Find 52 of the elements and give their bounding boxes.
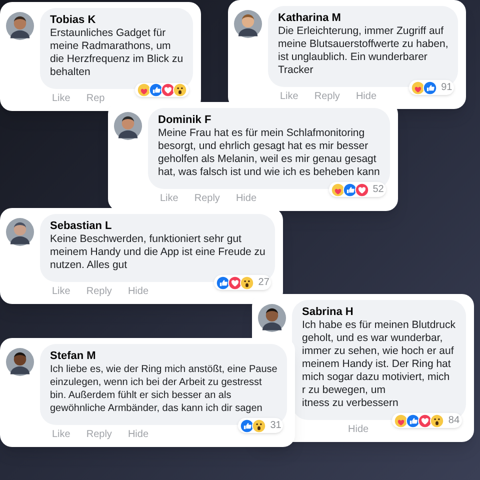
reaction-count[interactable]: 31 (270, 418, 282, 433)
reaction-summary[interactable]: 27 (214, 275, 272, 290)
comment-action-link[interactable]: Like (280, 91, 298, 103)
comment-text: Meine Frau hat es für mein Schlafmonitoring besorgt, und ehrlich gesagt hat es mir besser geholfen als Melanin, weil es mir genau gesagt hat, was falsch ist und wie ich es beheben kann (158, 127, 380, 179)
author-name[interactable]: Stefan M (50, 350, 96, 363)
author-name[interactable]: Dominik F (158, 114, 212, 127)
like-reaction-icon (423, 80, 438, 94)
comment-action-link[interactable]: Reply (314, 91, 340, 103)
author-name[interactable]: Katharina M (278, 12, 341, 25)
reaction-count[interactable]: 27 (258, 275, 270, 290)
surprised-reaction-icon (240, 276, 254, 290)
comment-action-link[interactable]: Reply (194, 193, 220, 205)
surprised-reaction-icon (173, 83, 188, 97)
comment-action-link[interactable]: Hide (356, 91, 377, 103)
comment-action-link[interactable]: Like (52, 286, 70, 298)
avatar (6, 218, 34, 246)
comment-action-link[interactable]: Hide (236, 193, 257, 205)
avatar (6, 12, 34, 40)
heart-reaction-icon (354, 182, 369, 196)
reaction-summary[interactable]: 91 (409, 80, 454, 95)
comment-text: Erstaunliches Gadget für meine Radmarathons, um die Herzfrequenz im Blick zu behalten (50, 27, 184, 79)
comment-text: Die Erleichterung, immer Zugriff auf meine Blutsauerstoffwerte zu haben, ist unglaublich. Ein wunderbarer Tracker (278, 25, 448, 77)
author-name[interactable]: Sabrina H (302, 306, 354, 319)
comment-action-link[interactable]: Reply (86, 286, 112, 298)
reaction-count[interactable]: 52 (372, 182, 384, 197)
comment-action-link[interactable]: Rep (86, 93, 105, 105)
avatar (234, 10, 262, 38)
avatar (258, 304, 286, 332)
reaction-summary[interactable]: 84 (392, 413, 462, 428)
comment-action-link[interactable]: Like (52, 93, 70, 105)
reaction-summary[interactable]: 31 (238, 418, 284, 433)
reaction-summary[interactable]: 52 (328, 182, 386, 197)
comment-text: Keine Beschwerden, funktioniert sehr gut meinem Handy und die App ist eine Freude zu nutzen. Alles gut (50, 233, 266, 272)
comment-text: Ich liebe es, wie der Ring mich anstößt, eine Pause einzulegen, wenn ich bei der Arbeit zu gestresst bin. Außerdem fühlt er sich besser an als gewöhnliche Armbänder, das kann ich dir sagen (50, 363, 278, 415)
comment-action-link[interactable]: Reply (86, 429, 112, 441)
comment-action-link[interactable]: Hide (128, 429, 149, 441)
comment-action-link[interactable]: Hide (348, 424, 369, 436)
comment-action-link[interactable]: Like (52, 429, 70, 441)
avatar (114, 112, 142, 140)
comment-text: Ich habe es für meinen Blutdruck geholt, und es war wunderbar, immer zu sehen, wie hoch er auf meinem Handy ist. Der Ring hat mich sogar dazu motiviert, mich r zu bewegen, um itness zu verbessern (302, 319, 456, 410)
comment-action-link[interactable]: Like (160, 193, 178, 205)
author-name[interactable]: Sebastian L (50, 220, 112, 233)
hug-reaction-icon (330, 182, 345, 196)
author-name[interactable]: Tobias K (50, 14, 96, 27)
avatar (6, 348, 34, 376)
like-reaction-icon (342, 182, 357, 196)
reaction-count[interactable]: 91 (441, 80, 452, 95)
reaction-summary[interactable] (135, 83, 190, 97)
comment-action-link[interactable]: Hide (128, 286, 149, 298)
surprised-reaction-icon (430, 414, 444, 428)
reaction-count[interactable]: 84 (448, 413, 460, 428)
surprised-reaction-icon (252, 418, 266, 432)
